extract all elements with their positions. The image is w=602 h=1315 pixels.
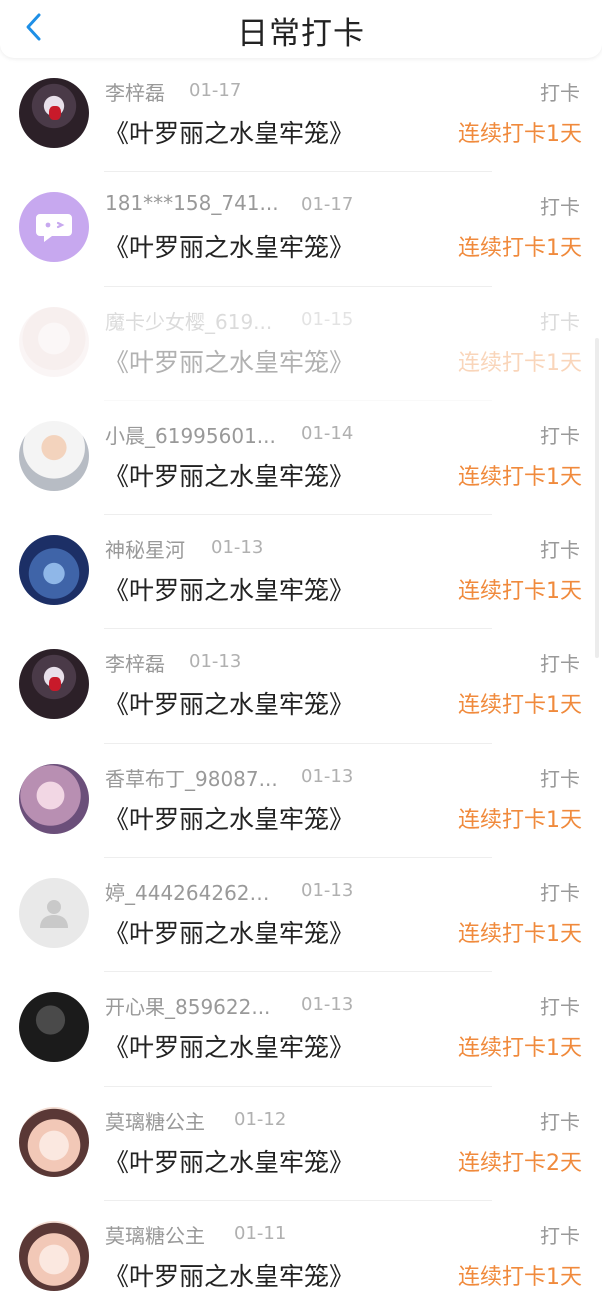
- checkin-date: 01-13: [189, 651, 242, 673]
- streak-label: 连续打卡1天: [458, 807, 582, 833]
- checkin-list: 李梓磊 01-17 《叶罗丽之水皇牢笼》 打卡 连续打卡1天 181***158…: [0, 58, 602, 1315]
- checkin-label: 打卡: [540, 81, 580, 105]
- streak-label: 连续打卡1天: [458, 1036, 582, 1062]
- book-title: 《叶罗丽之水皇牢笼》: [104, 461, 355, 491]
- list-item[interactable]: 神秘星河 01-13 《叶罗丽之水皇牢笼》 打卡 连续打卡1天: [0, 515, 602, 630]
- checkin-date: 01-11: [234, 1222, 287, 1244]
- book-title: 《叶罗丽之水皇牢笼》: [104, 919, 355, 949]
- checkin-date: 01-13: [301, 880, 354, 902]
- user-name: 莫璃糖公主: [105, 1109, 205, 1134]
- list-item[interactable]: 香草布丁_98087... 01-13 《叶罗丽之水皇牢笼》 打卡 连续打卡1天: [0, 744, 602, 859]
- user-name: 李梓磊: [105, 81, 165, 105]
- avatar[interactable]: [19, 1220, 89, 1291]
- checkin-date: 01-17: [301, 194, 354, 216]
- user-name: 婷_4442642623...: [105, 881, 280, 906]
- default-user-icon: [40, 900, 68, 929]
- streak-label: 连续打卡1天: [458, 122, 582, 147]
- streak-label: 连续打卡2天: [458, 1150, 582, 1176]
- book-title: 《叶罗丽之水皇牢笼》: [104, 347, 355, 377]
- list-item[interactable]: 婷_4442642623... 01-13 《叶罗丽之水皇牢笼》 打卡 连续打卡…: [0, 858, 602, 973]
- checkin-label: 打卡: [540, 1223, 580, 1248]
- streak-label: 连续打卡1天: [458, 579, 582, 605]
- user-name: 魔卡少女樱_619...: [105, 309, 273, 334]
- checkin-label: 打卡: [540, 652, 580, 677]
- streak-label: 连续打卡1天: [458, 922, 582, 948]
- list-item[interactable]: 莫璃糖公主 01-11 《叶罗丽之水皇牢笼》 打卡 连续打卡1天: [0, 1201, 602, 1315]
- book-title: 《叶罗丽之水皇牢笼》: [104, 690, 355, 720]
- avatar[interactable]: [19, 649, 89, 720]
- streak-label: 连续打卡1天: [458, 1264, 582, 1290]
- avatar[interactable]: [19, 78, 89, 148]
- checkin-label: 打卡: [540, 995, 580, 1020]
- list-item[interactable]: 李梓磊 01-17 《叶罗丽之水皇牢笼》 打卡 连续打卡1天: [0, 58, 602, 173]
- book-title: 《叶罗丽之水皇牢笼》: [104, 119, 355, 148]
- list-item[interactable]: 莫璃糖公主 01-12 《叶罗丽之水皇牢笼》 打卡 连续打卡2天: [0, 1087, 602, 1201]
- checkin-label: 打卡: [540, 1109, 580, 1134]
- user-name: 小晨_61995601...: [105, 423, 276, 448]
- user-name: 神秘星河: [105, 538, 185, 563]
- book-title: 《叶罗丽之水皇牢笼》: [104, 233, 355, 263]
- streak-label: 连续打卡1天: [458, 464, 582, 490]
- user-name: 181***158_741...: [105, 191, 279, 216]
- page-title: 日常打卡: [237, 16, 365, 52]
- checkin-date: 01-13: [211, 537, 264, 559]
- scrollbar[interactable]: [595, 338, 599, 658]
- checkin-label: 打卡: [540, 309, 580, 334]
- user-name: 香草布丁_98087...: [105, 766, 278, 791]
- avatar[interactable]: [19, 992, 89, 1063]
- list-item[interactable]: 小晨_61995601... 01-14 《叶罗丽之水皇牢笼》 打卡 连续打卡1…: [0, 401, 602, 516]
- user-name: 开心果_859622...: [105, 995, 271, 1020]
- book-title: 《叶罗丽之水皇牢笼》: [104, 576, 355, 606]
- chat-bubble-icon: [36, 214, 72, 243]
- checkin-label: 打卡: [540, 766, 580, 791]
- checkin-label: 打卡: [540, 538, 580, 563]
- checkin-date: 01-14: [301, 422, 354, 444]
- user-name: 莫璃糖公主: [105, 1223, 205, 1248]
- list-item[interactable]: 李梓磊 01-13 《叶罗丽之水皇牢笼》 打卡 连续打卡1天: [0, 629, 602, 744]
- avatar[interactable]: [19, 535, 89, 606]
- checkin-date: 01-17: [189, 80, 242, 101]
- list-item[interactable]: 开心果_859622... 01-13 《叶罗丽之水皇牢笼》 打卡 连续打卡1天: [0, 972, 602, 1087]
- streak-label: 连续打卡1天: [458, 693, 582, 719]
- list-item[interactable]: 魔卡少女樱_619... 01-15 《叶罗丽之水皇牢笼》 打卡 连续打卡1天: [0, 287, 602, 401]
- checkin-date: 01-13: [301, 765, 354, 787]
- streak-label: 连续打卡1天: [458, 350, 582, 376]
- avatar[interactable]: [19, 878, 89, 949]
- list-item[interactable]: 181***158_741... 01-17 《叶罗丽之水皇牢笼》 打卡 连续打…: [0, 172, 602, 287]
- avatar[interactable]: [19, 763, 89, 834]
- book-title: 《叶罗丽之水皇牢笼》: [104, 1033, 355, 1063]
- book-title: 《叶罗丽之水皇牢笼》: [104, 804, 355, 834]
- avatar[interactable]: [19, 192, 89, 263]
- checkin-label: 打卡: [540, 195, 580, 220]
- top-nav-bar: 日常打卡: [0, 0, 602, 58]
- book-title: 《叶罗丽之水皇牢笼》: [104, 1261, 355, 1291]
- book-title: 《叶罗丽之水皇牢笼》: [104, 1147, 355, 1177]
- checkin-date: 01-12: [234, 1108, 287, 1130]
- user-name: 李梓磊: [105, 652, 165, 677]
- checkin-date: 01-15: [301, 308, 354, 330]
- checkin-label: 打卡: [540, 881, 580, 906]
- checkin-label: 打卡: [540, 423, 580, 448]
- checkin-date: 01-13: [301, 994, 354, 1016]
- avatar[interactable]: [19, 306, 89, 377]
- streak-label: 连续打卡1天: [458, 236, 582, 262]
- avatar[interactable]: [19, 1106, 89, 1177]
- avatar[interactable]: [19, 420, 89, 491]
